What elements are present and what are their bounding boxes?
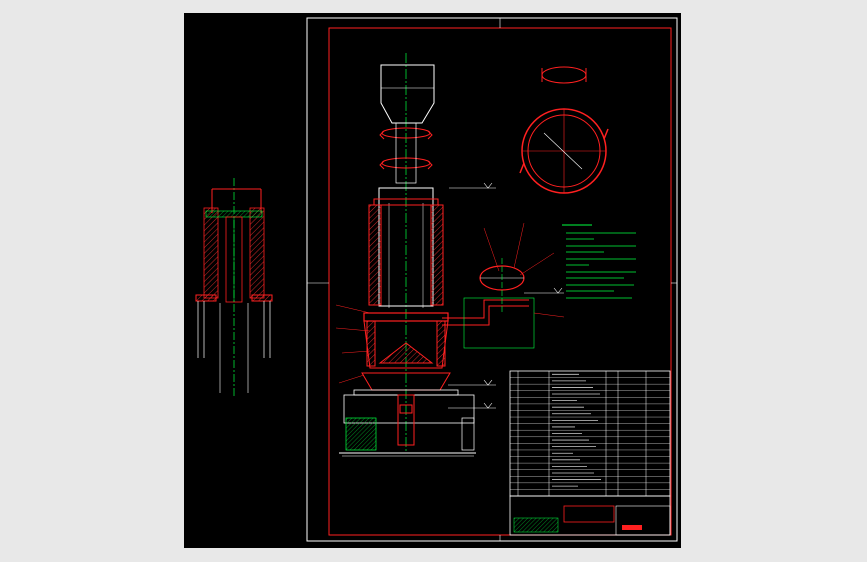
parts-list-table bbox=[509, 370, 671, 497]
title-block bbox=[509, 495, 671, 536]
technical-notes bbox=[562, 224, 636, 299]
left-detail-view bbox=[195, 178, 273, 398]
drawing-frame bbox=[306, 17, 678, 542]
cad-viewport[interactable] bbox=[184, 13, 681, 548]
cad-drawing-canvas bbox=[195, 17, 678, 542]
main-elevation-view bbox=[335, 53, 565, 457]
section-view bbox=[519, 66, 609, 194]
